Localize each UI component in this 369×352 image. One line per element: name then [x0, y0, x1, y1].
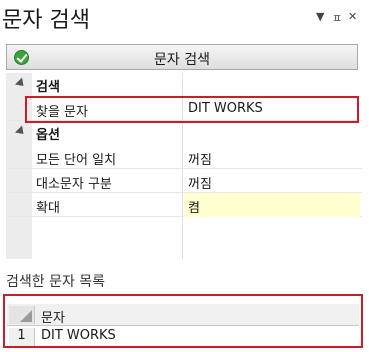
category-label: 검색	[36, 80, 60, 95]
property-row-match-whole-word[interactable]: 모든 단어 일치 꺼짐	[6, 145, 362, 169]
property-row-case-sensitive[interactable]: 대소문자 구분 꺼짐	[6, 169, 362, 193]
property-label: 모든 단어 일치	[36, 153, 117, 168]
search-button-label: 문자 검색	[154, 52, 210, 68]
find-text-highlight-box	[25, 96, 359, 123]
collapse-arrow-icon[interactable]	[14, 125, 28, 138]
results-list-header: 문자	[7, 304, 359, 326]
row-number: 1	[9, 328, 35, 346]
results-title: 검색한 문자 목록	[6, 274, 106, 290]
property-label: 대소문자 구분	[36, 177, 112, 192]
property-row-zoom[interactable]: 확대 켬	[6, 193, 362, 217]
table-row[interactable]: 1 DIT WORKS	[7, 328, 359, 346]
zoom-value[interactable]: 켬	[188, 197, 200, 216]
panel-title: 문자 검색	[2, 8, 90, 33]
panel-title-bar: 문자 검색 ▼ ㅍ ✕	[0, 0, 369, 36]
category-search[interactable]: 검색	[6, 73, 362, 97]
zoom-value-highlight	[184, 193, 360, 217]
category-options[interactable]: 옵션	[6, 121, 362, 145]
select-all-corner-icon[interactable]	[9, 306, 35, 324]
category-label: 옵션	[36, 128, 60, 143]
close-icon[interactable]: ✕	[348, 10, 357, 23]
match-whole-word-value[interactable]: 꺼짐	[188, 149, 212, 168]
column-header-text[interactable]: 문자	[41, 307, 65, 326]
property-label: 확대	[36, 201, 60, 216]
result-value[interactable]: DIT WORKS	[41, 328, 116, 343]
collapse-arrow-icon[interactable]	[14, 77, 28, 90]
pin-icon[interactable]: ㅍ	[332, 10, 342, 26]
search-button[interactable]: 문자 검색	[6, 44, 358, 70]
results-list: 문자 1 DIT WORKS	[3, 294, 363, 348]
dropdown-icon[interactable]: ▼	[316, 10, 324, 23]
case-sensitive-value[interactable]: 꺼짐	[188, 173, 212, 192]
